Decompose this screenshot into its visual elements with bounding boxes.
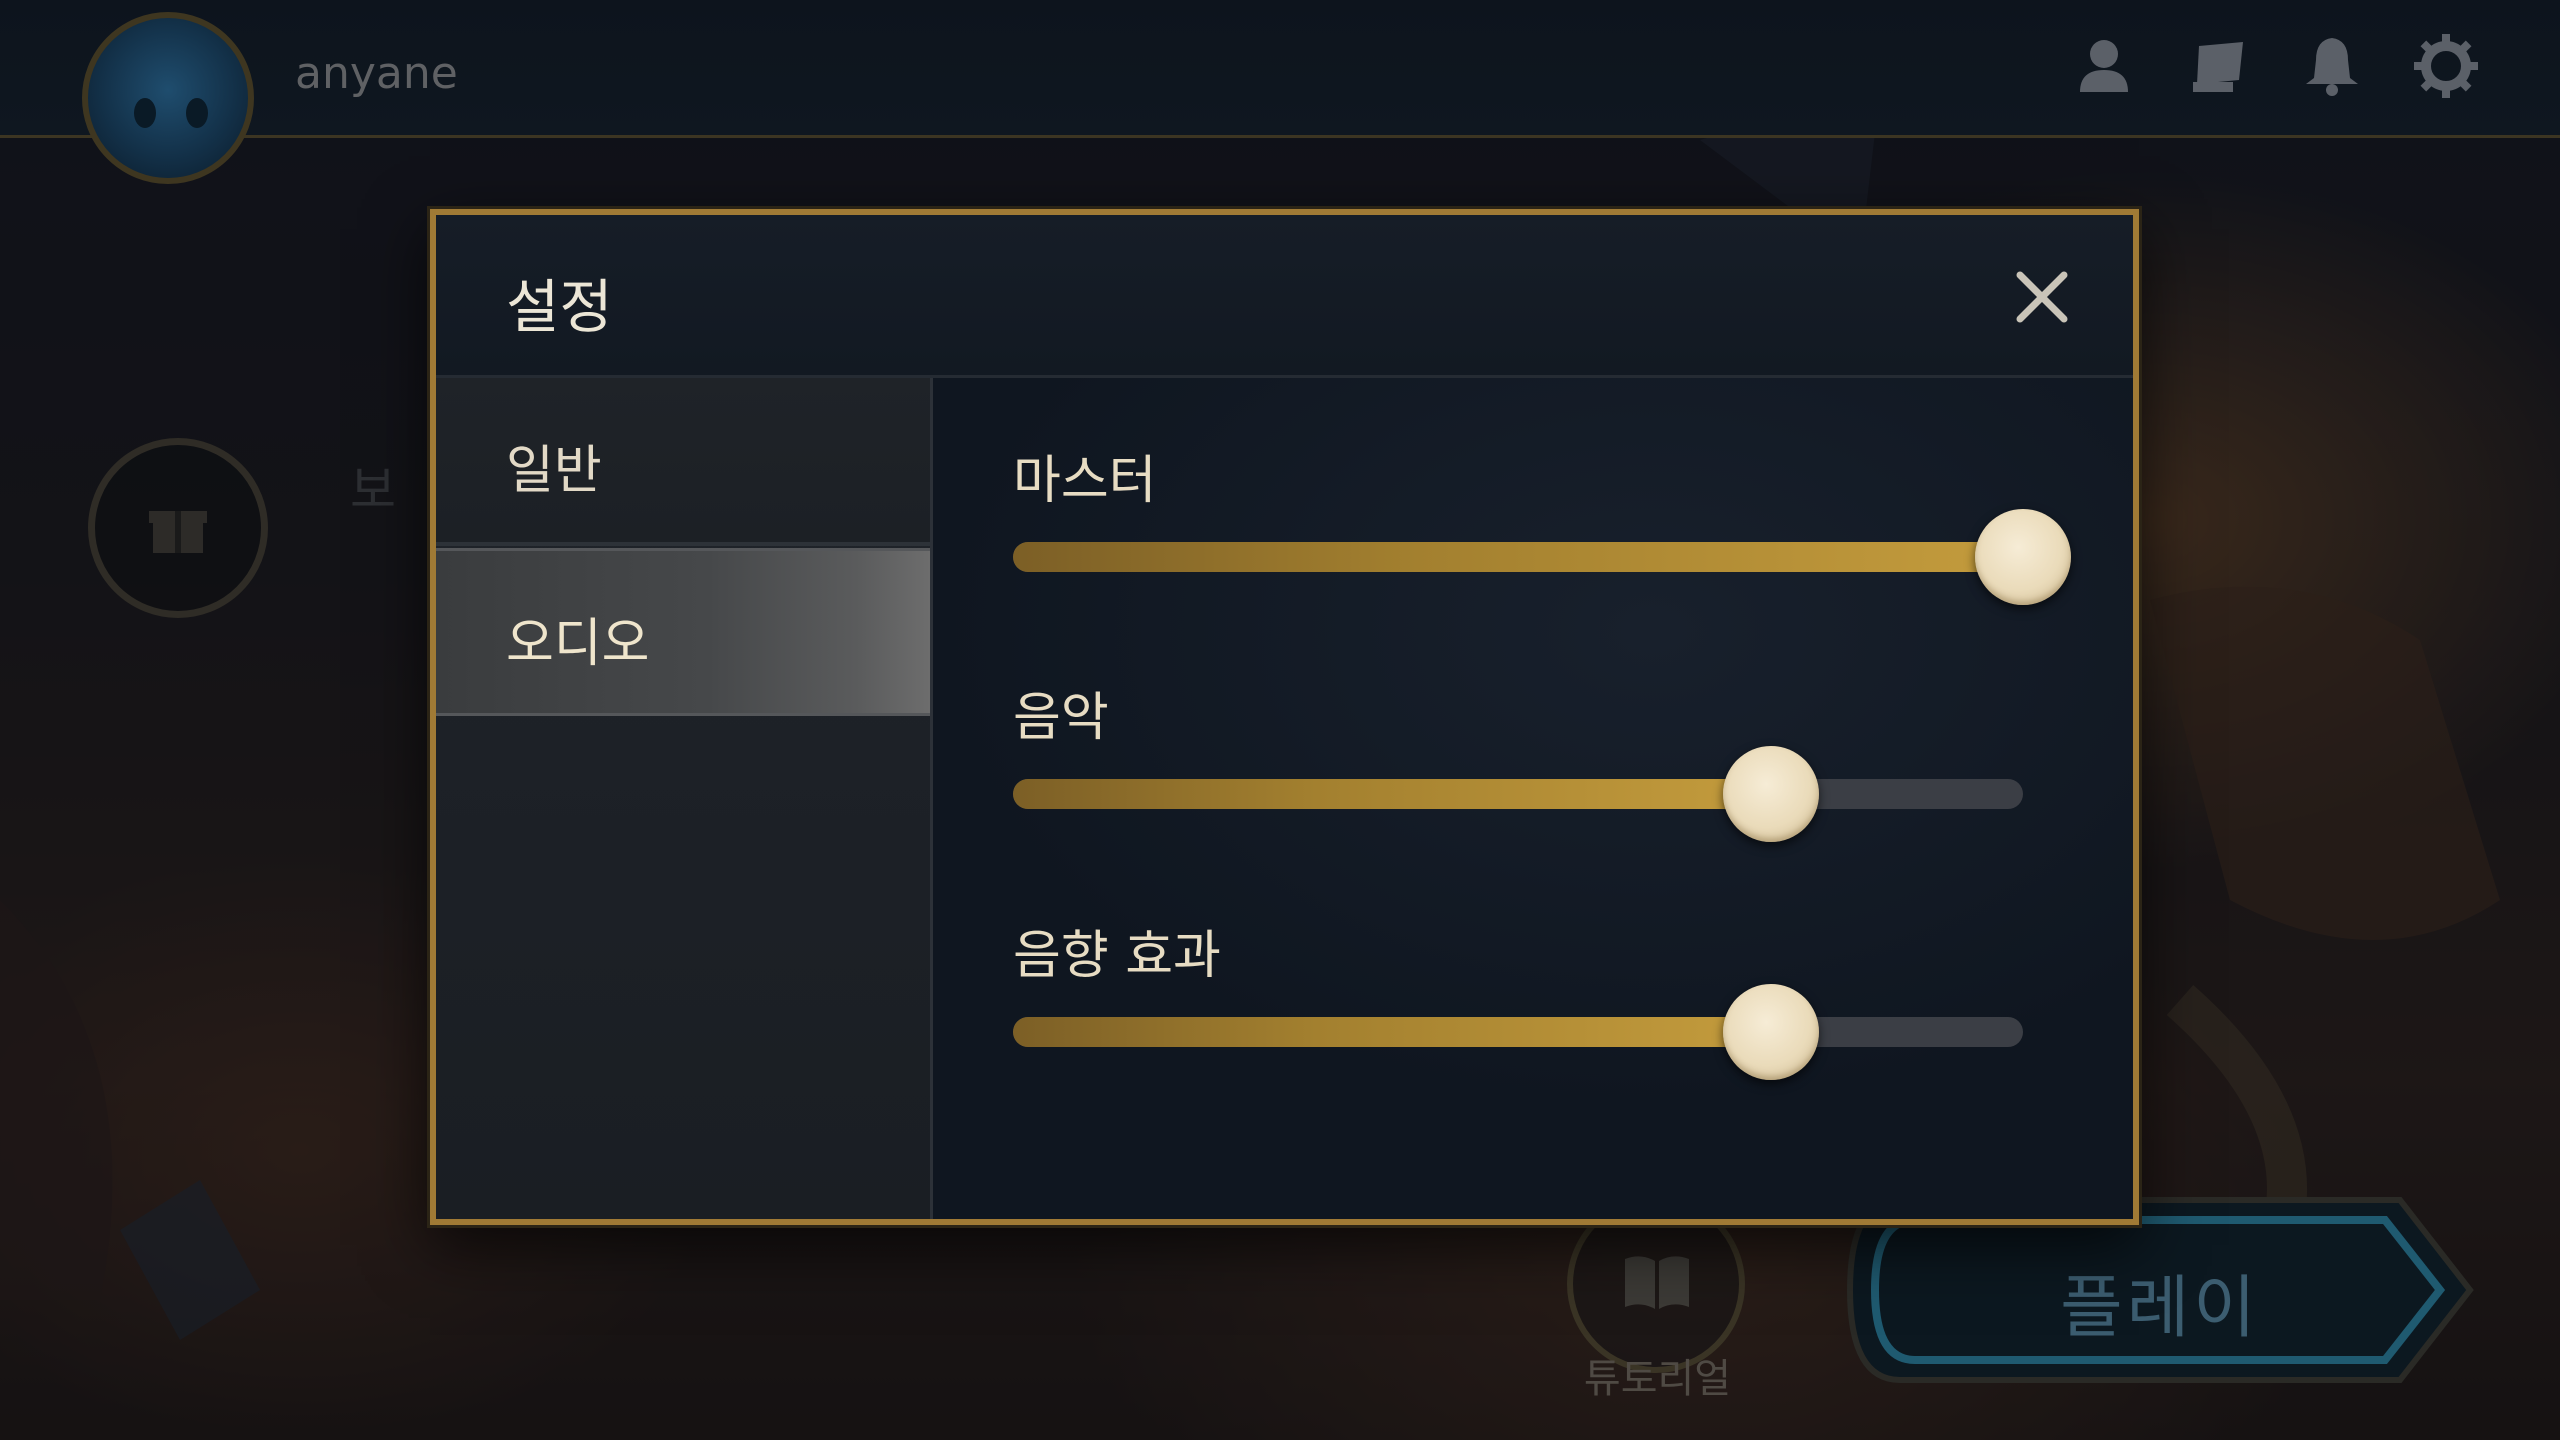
sfx-volume-handle[interactable]: [1722, 984, 1819, 1080]
collection-icon[interactable]: [2185, 32, 2253, 100]
master-volume-fill: [1013, 542, 2023, 572]
gift-label: 보: [350, 461, 396, 519]
music-volume-handle[interactable]: [1722, 746, 1819, 842]
tab-audio[interactable]: 오디오: [436, 548, 930, 716]
book-icon: [1625, 1256, 1689, 1309]
sfx-volume-fill: [1013, 1017, 1771, 1047]
dialog-header: 설정: [436, 215, 2133, 378]
avatar-eye-left: [134, 98, 156, 128]
sfx-volume-label: 음향 효과: [1013, 926, 1221, 986]
tutorial-label: 튜토리얼: [1583, 1356, 1732, 1402]
music-volume-label: 음악: [1013, 688, 1109, 748]
gift-button[interactable]: [88, 438, 268, 618]
bell-icon[interactable]: [2298, 32, 2366, 100]
music-volume-fill: [1013, 779, 1771, 809]
top-bar: anyane: [0, 0, 2560, 184]
sfx-volume-slider[interactable]: [1013, 984, 2023, 1080]
play-label: 플레이: [2060, 1269, 2260, 1348]
master-volume-handle[interactable]: [1975, 509, 2071, 605]
gear-icon[interactable]: [2412, 32, 2480, 100]
master-volume-slider[interactable]: [1013, 509, 2071, 605]
tab-general-label: 일반: [506, 441, 602, 501]
dialog-title: 설정: [506, 273, 613, 341]
gift-icon: [149, 511, 207, 553]
avatar-eye-right: [186, 98, 208, 128]
settings-dialog: 설정 일반 오디오 마스터 음악 음향 효과: [430, 209, 2139, 1225]
tab-audio-label: 오디오: [506, 614, 650, 674]
profile-icon[interactable]: [2070, 32, 2138, 100]
audio-settings-panel: 마스터 음악 음향 효과: [933, 378, 2133, 1219]
master-volume-label: 마스터: [1013, 451, 1157, 511]
close-icon[interactable]: [2010, 265, 2074, 329]
settings-sidebar: 일반 오디오: [436, 378, 933, 1219]
music-volume-slider[interactable]: [1013, 746, 2023, 842]
tab-general[interactable]: 일반: [436, 378, 930, 546]
username: anyane: [295, 48, 458, 99]
avatar[interactable]: [82, 12, 254, 184]
